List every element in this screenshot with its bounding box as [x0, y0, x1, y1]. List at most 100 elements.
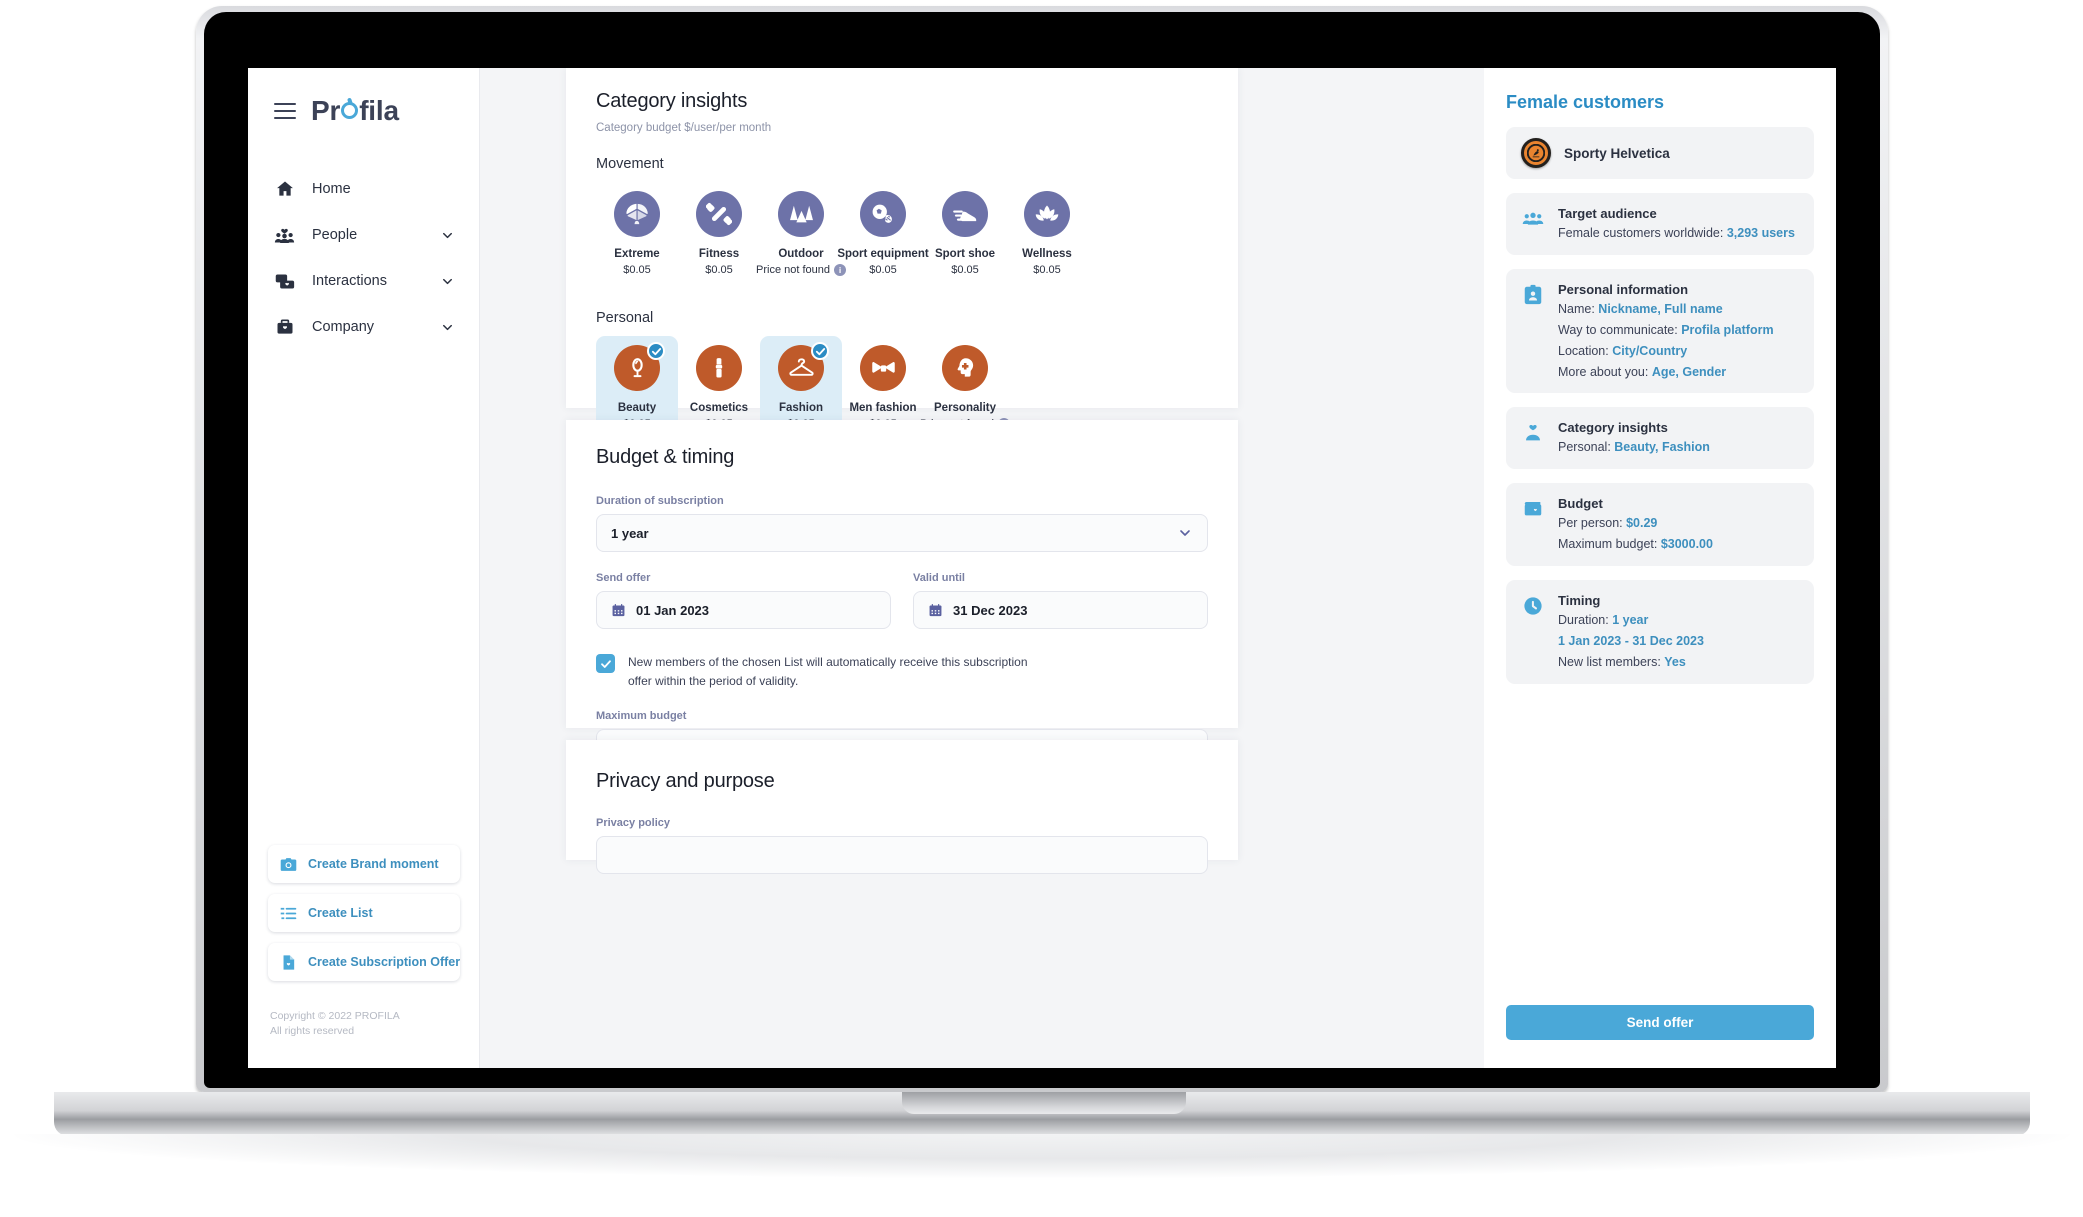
summary-card-line: Personal: Beauty, Fashion [1558, 440, 1710, 455]
chevron-down-icon[interactable] [440, 274, 455, 289]
date-row: Send offer 01 Jan 2023 Valid until 31 De… [596, 572, 1208, 629]
main-scroll-area[interactable]: Category insights Category budget $/user… [480, 68, 1484, 1068]
sidebar-actions: Create Brand moment Create List Create S… [268, 845, 460, 992]
category-price: $0.05 [869, 264, 897, 276]
create-subscription-offer-button[interactable]: Create Subscription Offer [268, 943, 460, 981]
mountains-icon [778, 191, 824, 237]
budget-title: Budget & timing [596, 446, 735, 468]
group-icon [1521, 206, 1545, 230]
category-sport-shoe[interactable]: Sport shoe $0.05 [924, 182, 1006, 286]
send-offer-date-value: 01 Jan 2023 [636, 602, 710, 618]
copyright-line-1: Copyright © 2022 PROFILA [270, 1009, 400, 1022]
profila-o-icon [341, 102, 359, 119]
summary-card-budget: Budget Per person: $0.29 Maximum budget:… [1506, 483, 1814, 566]
brand-card-name: Sporty Helvetica [1564, 145, 1670, 161]
sidebar: Pr fila Home People Interactions Company… [248, 68, 480, 1068]
sporty-helvetica-logo-icon [1521, 138, 1551, 168]
summary-title: Female customers [1506, 92, 1665, 112]
summary-card-line: Way to communicate: Profila platform [1558, 322, 1774, 337]
create-brand-moment-button[interactable]: Create Brand moment [268, 845, 460, 883]
sidebar-action-label: Create Brand moment [308, 857, 439, 871]
category-outdoor[interactable]: Outdoor Price not found i [756, 182, 846, 286]
bowtie-icon [860, 345, 906, 391]
category-label: Wellness [1022, 248, 1072, 260]
privacy-policy-input[interactable] [596, 836, 1208, 874]
wallet-icon [1521, 496, 1545, 520]
brand-card[interactable]: Sporty Helvetica [1506, 127, 1814, 179]
category-sport-equipment[interactable]: Sport equipment $0.05 [837, 182, 929, 286]
copyright-line-2: All rights reserved [270, 1025, 355, 1038]
summary-card-line: New list members: Yes [1558, 654, 1686, 669]
group-title-movement: Movement [596, 156, 664, 172]
chevron-down-icon[interactable] [440, 228, 455, 243]
valid-until-date-input[interactable]: 31 Dec 2023 [913, 591, 1208, 629]
duration-value: 1 year [611, 525, 649, 541]
summary-card-head: Category insights [1558, 420, 1668, 436]
category-label: Men fashion [849, 402, 917, 414]
category-extreme[interactable]: Extreme $0.05 [596, 182, 678, 286]
page-title: Category insights [596, 90, 748, 112]
ball-icon [860, 191, 906, 237]
brand-logo[interactable]: Pr fila [311, 95, 399, 127]
summary-card-line: Per person: $0.29 [1558, 516, 1658, 531]
people-icon [274, 225, 295, 246]
hamburger-icon[interactable] [274, 103, 296, 119]
clock-icon [1521, 593, 1545, 617]
brand-row: Pr fila [248, 90, 479, 132]
summary-card-line: More about you: Age, Gender [1558, 364, 1727, 379]
summary-card-line-date-range: 1 Jan 2023 - 31 Dec 2023 [1558, 633, 1704, 648]
document-icon [280, 954, 297, 971]
privacy-policy-label: Privacy policy [596, 817, 670, 829]
send-offer-date-input[interactable]: 01 Jan 2023 [596, 591, 891, 629]
sidebar-item-people[interactable]: People [248, 212, 479, 258]
sidebar-nav: Home People Interactions Company [248, 166, 479, 350]
calendar-icon [611, 603, 626, 618]
summary-card-category-insights: Category insights Personal: Beauty, Fash… [1506, 407, 1814, 470]
shoe-icon [942, 191, 988, 237]
category-label: Fashion [778, 402, 824, 414]
category-price: $0.05 [705, 264, 733, 276]
user-heart-icon [1521, 420, 1545, 444]
summary-card-line: Name: Nickname, Full name [1558, 301, 1723, 316]
list-icon [280, 905, 297, 922]
group-title-personal: Personal [596, 310, 654, 326]
lipstick-icon [696, 345, 742, 391]
briefcase-icon [274, 317, 295, 338]
screen: Pr fila Home People Interactions Company… [248, 68, 1836, 1068]
sidebar-item-label: Interactions [312, 273, 387, 289]
app-root: Pr fila Home People Interactions Company… [248, 68, 1836, 1068]
category-label: Beauty [617, 402, 657, 414]
laptop-base-foot [14, 1134, 2070, 1178]
category-price: Price not found i [756, 264, 846, 276]
sidebar-action-label: Create Subscription Offer [308, 955, 461, 969]
id-card-icon [1521, 282, 1545, 306]
summary-card-timing: Timing Duration: 1 year 1 Jan 2023 - 31 … [1506, 580, 1814, 684]
duration-label: Duration of subscription [596, 495, 724, 507]
sidebar-item-home[interactable]: Home [248, 166, 479, 212]
category-label: Personality [934, 402, 996, 414]
send-offer-button[interactable]: Send offer [1506, 1005, 1814, 1040]
category-label: Outdoor [778, 248, 824, 260]
create-list-button[interactable]: Create List [268, 894, 460, 932]
chevron-down-icon [1177, 525, 1193, 541]
interactions-icon [274, 271, 295, 292]
sidebar-item-label: Home [312, 181, 351, 197]
max-budget-label: Maximum budget [596, 710, 687, 723]
category-wellness[interactable]: Wellness $0.05 [1006, 182, 1088, 286]
category-label: Fitness [698, 248, 740, 260]
main-content: Category insights Category budget $/user… [480, 68, 1484, 1068]
sidebar-item-company[interactable]: Company [248, 304, 479, 350]
sidebar-item-interactions[interactable]: Interactions [248, 258, 479, 304]
dumbbell-icon [696, 191, 742, 237]
category-price: $0.05 [623, 264, 651, 276]
privacy-purpose-card: Privacy and purpose Privacy policy [566, 740, 1238, 874]
category-fitness[interactable]: Fitness $0.05 [678, 182, 760, 286]
copyright: Copyright © 2022 PROFILA All rights rese… [270, 1009, 400, 1041]
laptop-mockup: Pr fila Home People Interactions Company… [0, 0, 2083, 1217]
chevron-down-icon[interactable] [440, 320, 455, 335]
duration-select[interactable]: 1 year [596, 514, 1208, 552]
category-label: Sport equipment [837, 248, 929, 260]
auto-enroll-checkbox[interactable] [596, 654, 615, 673]
sidebar-item-label: People [312, 227, 358, 243]
category-label: Extreme [614, 248, 660, 260]
